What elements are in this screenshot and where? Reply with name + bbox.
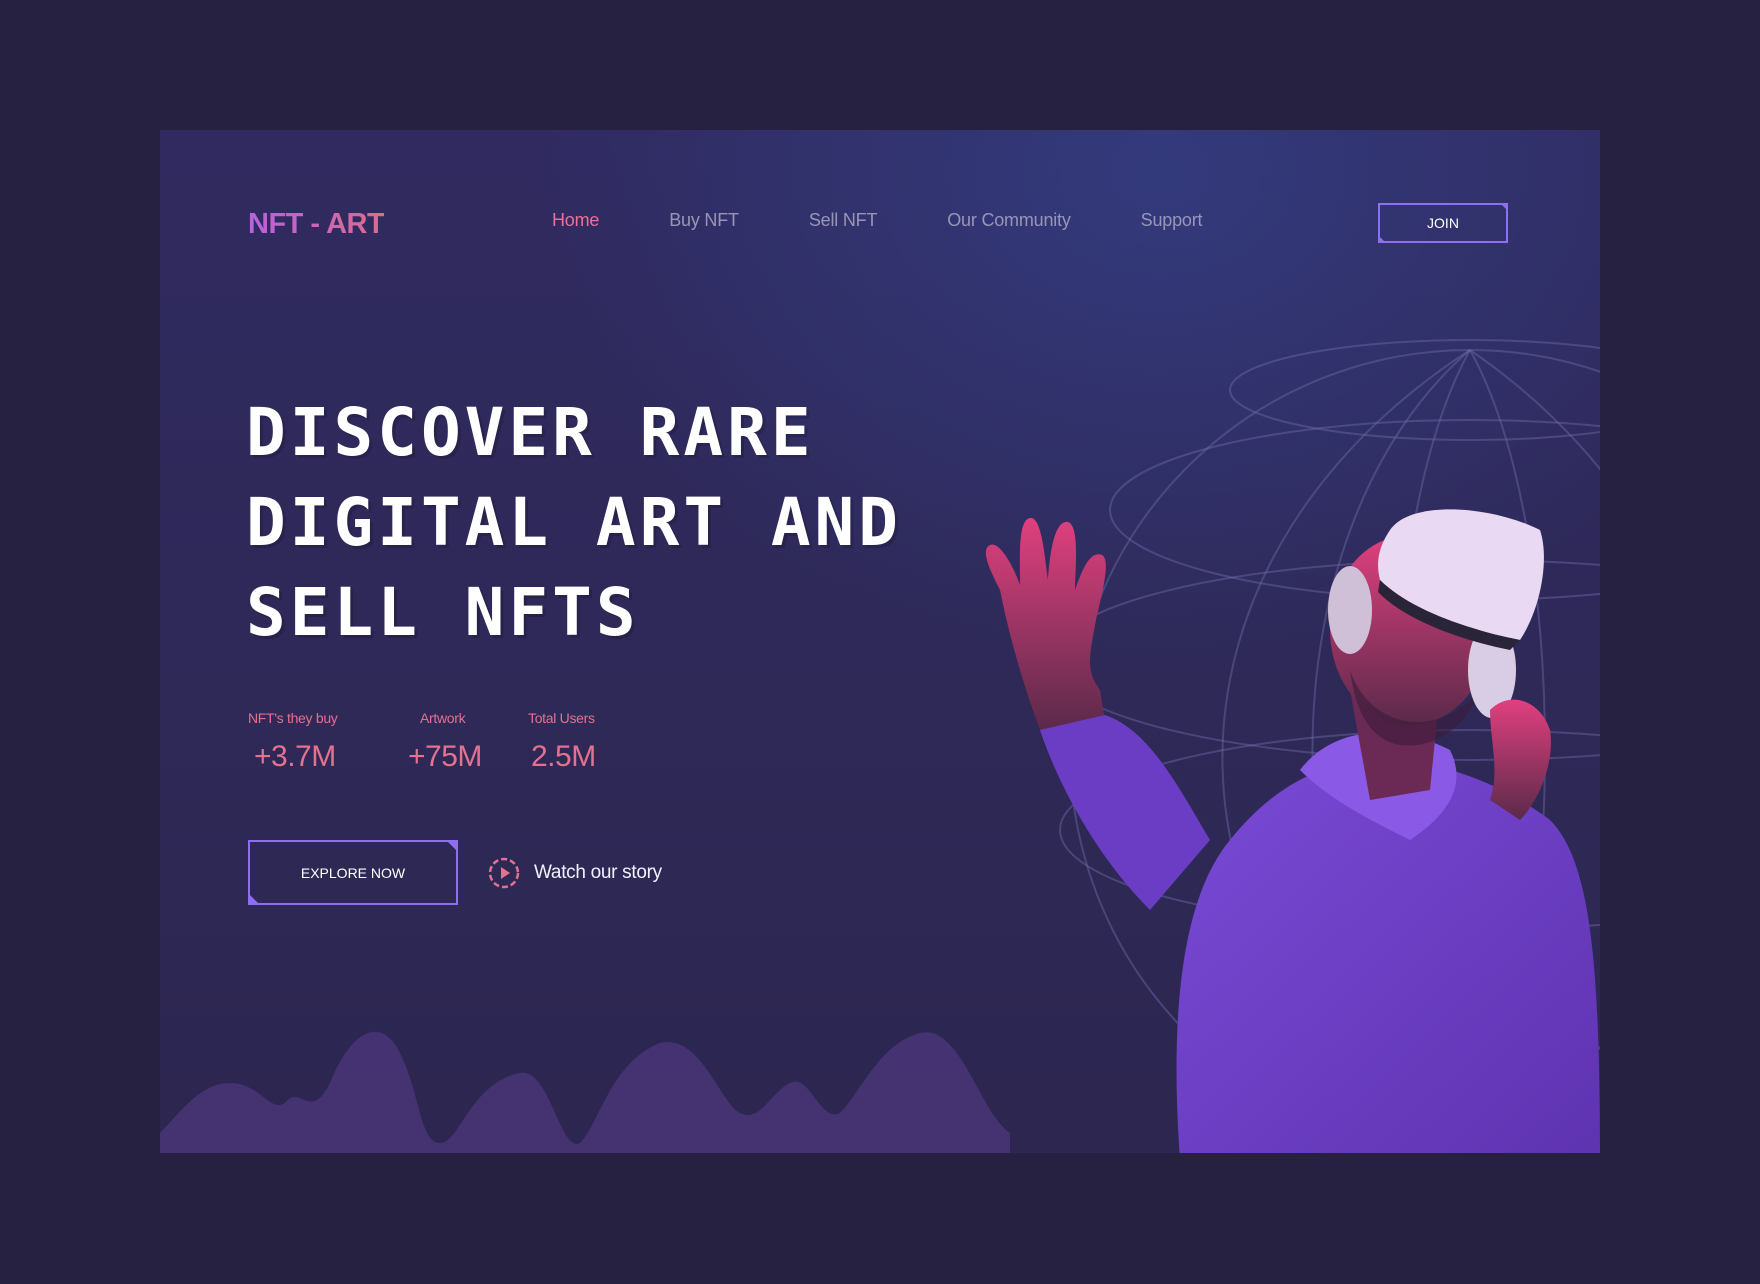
nav-support[interactable]: Support xyxy=(1141,210,1203,231)
hero-title-line: DISCOVER RARE xyxy=(246,394,815,471)
stat-value: +75M xyxy=(408,740,482,773)
hero-title: DISCOVER RARE DIGITAL ART AND SELL NFTS xyxy=(246,388,902,658)
watch-story-link[interactable]: Watch our story xyxy=(488,857,662,889)
hero-frame: NFT - ART Home Buy NFT Sell NFT Our Comm… xyxy=(160,130,1600,1153)
join-button[interactable]: JOIN xyxy=(1378,203,1508,243)
stat-label: Artwork xyxy=(420,710,466,726)
stats-row: NFT's they buy +3.7M Artwork +75M Total … xyxy=(248,710,596,774)
nav-our-community[interactable]: Our Community xyxy=(947,210,1071,231)
stat-label: Total Users xyxy=(528,710,595,726)
vr-headset-person-illustration xyxy=(985,509,1600,1153)
join-button-label: JOIN xyxy=(1427,215,1459,231)
main-nav: Home Buy NFT Sell NFT Our Community Supp… xyxy=(552,210,1272,231)
stat-value: 2.5M xyxy=(531,740,596,773)
stat-label: NFT's they buy xyxy=(248,710,338,726)
play-circle-icon xyxy=(488,857,520,889)
hero-title-line: DIGITAL ART AND xyxy=(246,484,903,561)
corner-accent xyxy=(248,893,260,905)
stat-value: +3.7M xyxy=(254,740,336,773)
nav-sell-nft[interactable]: Sell NFT xyxy=(809,210,878,231)
brand-logo[interactable]: NFT - ART xyxy=(248,208,385,241)
corner-accent xyxy=(1500,203,1508,211)
corner-accent xyxy=(1378,235,1386,243)
corner-accent xyxy=(446,840,458,852)
explore-now-label: EXPLORE NOW xyxy=(300,864,406,881)
stat-nfts-bought: NFT's they buy +3.7M xyxy=(248,710,408,774)
watch-story-label: Watch our story xyxy=(534,862,662,883)
stat-artwork: Artwork +75M xyxy=(408,710,528,774)
explore-now-button[interactable]: EXPLORE NOW xyxy=(248,840,458,905)
hero-title-line: SELL NFTS xyxy=(246,574,640,651)
stat-total-users: Total Users 2.5M xyxy=(528,710,596,774)
nav-home[interactable]: Home xyxy=(552,210,599,231)
nav-buy-nft[interactable]: Buy NFT xyxy=(669,210,739,231)
